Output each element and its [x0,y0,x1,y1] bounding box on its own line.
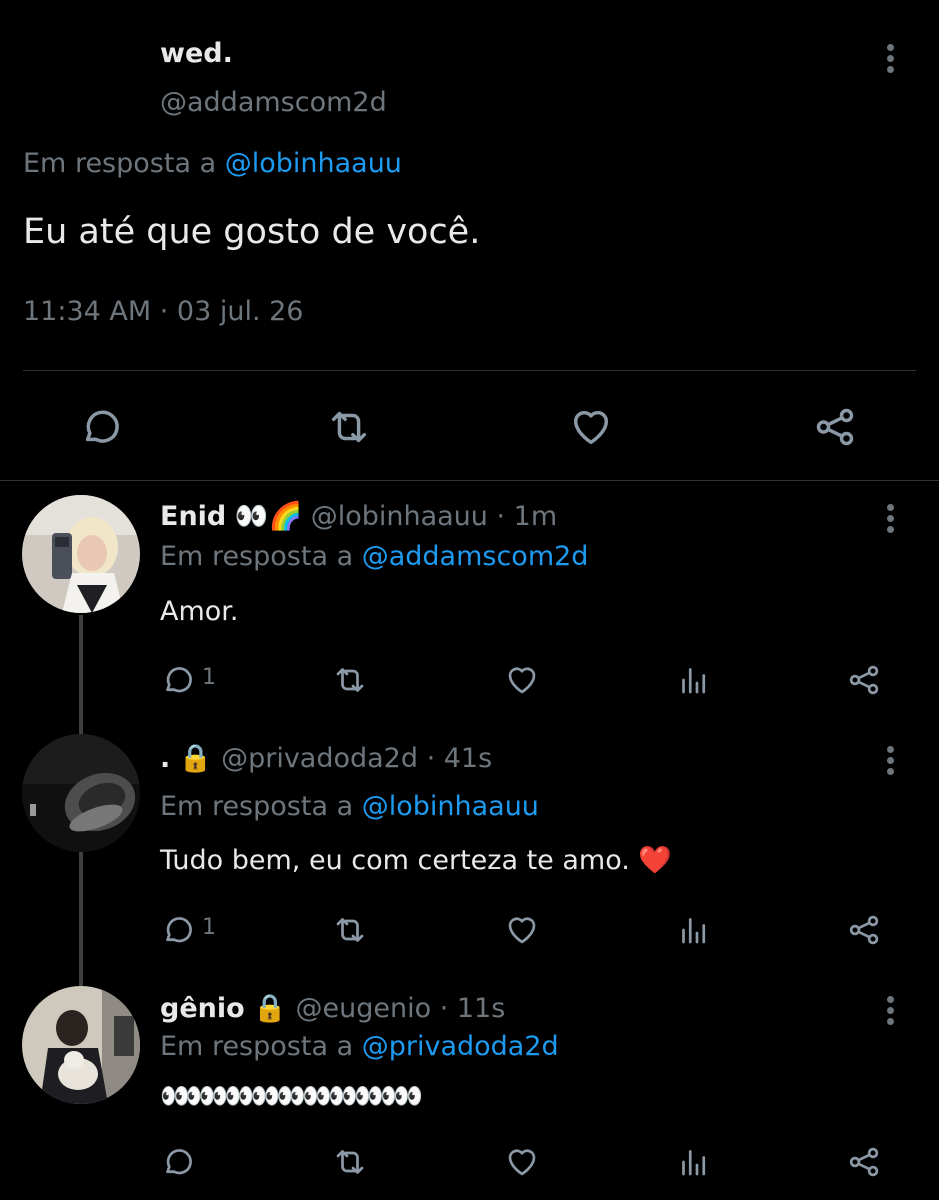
author-name[interactable]: wed. [160,38,233,69]
section-separator [0,480,939,481]
lock-icon: 🔒 [178,743,213,774]
like-icon[interactable] [568,404,614,450]
more-options-icon[interactable] [884,504,896,540]
retweet-icon[interactable] [332,1144,368,1180]
lock-icon: 🔒 [253,993,287,1024]
share-icon[interactable] [846,912,882,948]
avatar[interactable] [22,495,140,613]
retweet-icon[interactable] [332,662,368,698]
reply-icon[interactable] [160,912,196,948]
reply-to-mention[interactable]: @privadoda2d [362,1031,559,1062]
reply-header: . 🔒 @privadoda2d · 41s [160,742,492,774]
retweet-icon[interactable] [332,912,368,948]
reply-context: Em resposta a @lobinhaauu [160,791,539,822]
more-options-icon[interactable] [884,44,896,80]
reply-header: Enid 👀🌈 @lobinhaauu · 1m [160,500,557,532]
reply-to-mention[interactable]: @addamscom2d [362,541,589,572]
analytics-icon[interactable] [676,662,712,698]
reply-text: Tudo bem, eu com certeza te amo. ❤️ [160,845,673,876]
reply-context: Em resposta a @lobinhaauu [23,148,402,179]
reply-header: gênio 🔒 @eugenio · 11s [160,992,505,1024]
reply-context: Em resposta a @privadoda2d [160,1031,559,1062]
retweet-icon[interactable] [326,404,372,450]
reply-handle-time[interactable]: @eugenio · 11s [295,993,505,1024]
reply-prefix: Em resposta a [160,541,354,572]
more-options-icon[interactable] [884,746,896,782]
like-icon[interactable] [504,662,540,698]
reply-handle-time[interactable]: @privadoda2d · 41s [221,743,492,774]
reply-text: 👀👀👀👀👀👀👀👀👀👀 [160,1082,423,1110]
name-emoji: 👀🌈 [234,501,303,532]
more-options-icon[interactable] [884,996,896,1032]
reply-to-mention[interactable]: @lobinhaauu [225,148,402,179]
reply-count: 1 [202,915,216,940]
reply-handle-time[interactable]: @lobinhaauu · 1m [311,501,557,532]
reply-to-mention[interactable]: @lobinhaauu [362,791,539,822]
share-icon[interactable] [812,404,858,450]
reply-icon[interactable] [160,662,196,698]
tweet-text: Eu até que gosto de você. [23,212,481,252]
author-handle[interactable]: @addamscom2d [160,87,387,118]
reply-icon[interactable] [160,1144,196,1180]
share-icon[interactable] [846,1144,882,1180]
thread-line [79,615,83,740]
tweet-timestamp[interactable]: 11:34 AM · 03 jul. 26 [23,296,303,327]
like-icon[interactable] [504,912,540,948]
avatar[interactable] [22,986,140,1104]
reply-context: Em resposta a @addamscom2d [160,541,588,572]
reply-author-name[interactable]: Enid [160,501,226,532]
analytics-icon[interactable] [676,1144,712,1180]
divider [23,370,916,371]
reply-count: 1 [202,665,216,690]
avatar[interactable] [22,734,140,852]
reply-prefix: Em resposta a [23,148,217,179]
share-icon[interactable] [846,662,882,698]
reply-prefix: Em resposta a [160,791,354,822]
reply-author-name[interactable]: . [160,743,170,774]
thread-line [79,852,83,987]
like-icon[interactable] [504,1144,540,1180]
analytics-icon[interactable] [676,912,712,948]
reply-icon[interactable] [78,404,124,450]
reply-text: Amor. [160,596,239,627]
reply-author-name[interactable]: gênio [160,993,245,1024]
reply-prefix: Em resposta a [160,1031,354,1062]
